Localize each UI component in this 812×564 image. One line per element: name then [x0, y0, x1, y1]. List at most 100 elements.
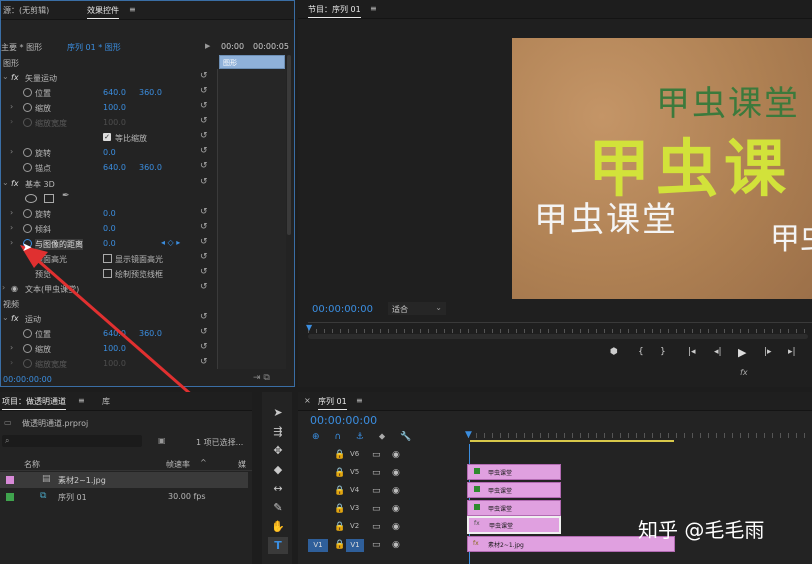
selection-info: 1 项已选择... — [196, 438, 244, 447]
tab-program[interactable]: 节目：序列 01 — [308, 4, 361, 18]
timeline-clip-v5[interactable]: 甲虫课堂 — [467, 464, 561, 480]
timeline-clip-v2-selected[interactable]: fx 甲虫课堂 — [467, 516, 561, 534]
track-label: V5 — [350, 468, 360, 476]
eye-icon[interactable]: ◉ — [392, 540, 400, 550]
nest-icon[interactable]: ⊕ — [312, 432, 320, 442]
go-to-in-button[interactable]: |◂ — [688, 347, 696, 357]
eye-icon[interactable]: ◉ — [392, 468, 400, 478]
fx-button[interactable]: fx — [740, 368, 748, 377]
tab-sequence[interactable]: 序列 01 — [318, 396, 347, 410]
hand-tool-icon[interactable]: ✋ — [268, 518, 288, 535]
sequence-icon: ⧉ — [40, 491, 47, 501]
col-media-header[interactable]: 媒 — [238, 459, 246, 470]
step-forward-button[interactable]: |▸ — [764, 347, 772, 357]
fx-badge: fx — [474, 520, 480, 527]
add-marker-button[interactable]: ⬢ — [610, 347, 618, 357]
new-bin-icon[interactable]: ▣ — [158, 436, 166, 445]
ripple-edit-tool-icon[interactable]: ✥ — [268, 442, 288, 459]
panel-menu-icon[interactable]: ≡ — [370, 4, 377, 13]
go-to-out-button[interactable]: ▸| — [788, 347, 796, 357]
mouse-cursor-icon: ➤ — [22, 240, 33, 254]
slip-tool-icon[interactable]: ↔ — [268, 480, 288, 497]
type-tool-icon[interactable]: T — [268, 537, 288, 554]
clip-type-icon — [474, 486, 480, 492]
eye-icon[interactable]: ◉ — [392, 504, 400, 514]
playhead-icon[interactable]: ▼ — [465, 430, 472, 440]
preview-title-left: 甲虫课堂 — [534, 200, 678, 240]
clip-type-icon — [474, 468, 480, 474]
tab-project[interactable]: 项目：做透明通道 — [2, 396, 66, 410]
fit-dropdown[interactable]: 适合 ⌄ — [388, 302, 446, 315]
track-row-v6[interactable]: 🔒 V6 ▭ ◉ — [300, 447, 812, 464]
eye-icon[interactable]: ◉ — [392, 450, 400, 460]
item-name: 序列 01 — [58, 493, 87, 502]
play-button[interactable]: ▶ — [738, 346, 746, 359]
add-marker-icon[interactable]: ⬥ — [379, 432, 385, 442]
chevron-down-icon: ⌄ — [435, 303, 442, 312]
panel-menu-icon[interactable]: ≡ — [356, 396, 363, 405]
project-file-label: 做透明通道.prproj — [22, 419, 89, 428]
sync-lock-icon[interactable]: ▭ — [372, 522, 381, 532]
close-icon[interactable]: × — [304, 396, 311, 405]
playhead-icon[interactable]: ▼ — [306, 323, 312, 332]
snap-icon[interactable]: ∩ — [334, 432, 341, 442]
program-monitor-panel: 节目：序列 01 ≡ 甲虫课堂 甲虫课 甲虫课堂 甲虫 00:00:00:00 … — [298, 0, 812, 387]
sync-lock-icon[interactable]: ▭ — [372, 504, 381, 514]
sync-lock-icon[interactable]: ▭ — [372, 486, 381, 496]
mark-out-button[interactable]: } — [660, 347, 666, 357]
clip-type-icon — [474, 504, 480, 510]
clip-label: 甲虫课堂 — [488, 470, 513, 477]
project-panel: 项目：做透明通道 ≡ 库 ▭ 做透明通道.prproj ⌕ ▣ 1 项已选择..… — [0, 392, 252, 564]
zoom-scrollbar[interactable] — [308, 334, 808, 339]
panel-menu-icon[interactable]: ≡ — [78, 396, 85, 405]
timeline-clip-v3[interactable]: 甲虫课堂 — [467, 500, 561, 516]
sync-lock-icon[interactable]: ▭ — [372, 450, 381, 460]
program-video-frame[interactable]: 甲虫课堂 甲虫课 甲虫课堂 甲虫 — [512, 38, 812, 299]
annotation-arrow — [20, 245, 203, 406]
track-label[interactable]: V1 — [346, 539, 364, 552]
lock-icon[interactable]: 🔒 — [334, 522, 345, 532]
pen-tool-icon[interactable]: ✎ — [268, 499, 288, 516]
preview-title-right: 甲虫 — [770, 222, 812, 257]
label-color-swatch — [6, 476, 14, 484]
razor-tool-icon[interactable]: ◆ — [268, 461, 288, 478]
project-search-input[interactable]: ⌕ — [2, 435, 142, 447]
lock-icon[interactable]: 🔒 — [334, 468, 345, 478]
track-label: V6 — [350, 450, 360, 458]
sync-lock-icon[interactable]: ▭ — [372, 540, 381, 550]
item-name: 素材2~1.jpg — [58, 476, 106, 485]
program-timecode[interactable]: 00:00:00:00 — [312, 304, 373, 315]
linked-select-icon[interactable]: ⚓ — [356, 432, 364, 442]
lock-icon[interactable]: 🔒 — [334, 504, 345, 514]
list-item[interactable]: ⧉ 序列 01 30.00 fps — [0, 489, 248, 505]
source-patch-v1[interactable]: V1 — [308, 539, 328, 552]
clip-label: 素材2~1.jpg — [488, 542, 524, 549]
wrench-icon[interactable]: 🔧 — [400, 432, 411, 442]
sync-lock-icon[interactable]: ▭ — [372, 468, 381, 478]
eye-icon[interactable]: ◉ — [392, 522, 400, 532]
mark-in-button[interactable]: { — [638, 347, 644, 357]
selection-tool-icon[interactable]: ➤ — [268, 404, 288, 421]
lock-icon[interactable]: 🔒 — [334, 540, 345, 550]
timeline-clip-v4[interactable]: 甲虫课堂 — [467, 482, 561, 498]
track-label: V3 — [350, 504, 360, 512]
program-tabbar: 节目：序列 01 ≡ — [298, 0, 812, 19]
sort-up-icon[interactable]: ^ — [200, 458, 207, 467]
list-item[interactable]: ▤ 素材2~1.jpg — [0, 472, 248, 488]
clip-label: 甲虫课堂 — [489, 523, 514, 530]
lock-icon[interactable]: 🔒 — [334, 450, 345, 460]
work-area-bar[interactable] — [470, 440, 674, 442]
timeline-tool-row: ⊕ ∩ ⚓ ⬥ 🔧 — [312, 432, 411, 442]
track-select-tool-icon[interactable]: ⇶ — [268, 423, 288, 440]
timeline-timecode[interactable]: 00:00:00:00 — [310, 414, 377, 427]
lock-icon[interactable]: 🔒 — [334, 486, 345, 496]
eye-icon[interactable]: ◉ — [392, 486, 400, 496]
tab-libraries[interactable]: 库 — [102, 396, 110, 407]
track-label: V4 — [350, 486, 360, 494]
column-header-row: 名称 帧速率 ^ 媒 — [0, 456, 252, 471]
step-back-button[interactable]: ◂| — [714, 347, 722, 357]
col-fps-header[interactable]: 帧速率 — [166, 459, 190, 470]
watermark: 知乎 @毛毛雨 — [638, 518, 765, 542]
col-name-header[interactable]: 名称 — [24, 459, 40, 470]
item-fps: 30.00 fps — [168, 492, 206, 501]
